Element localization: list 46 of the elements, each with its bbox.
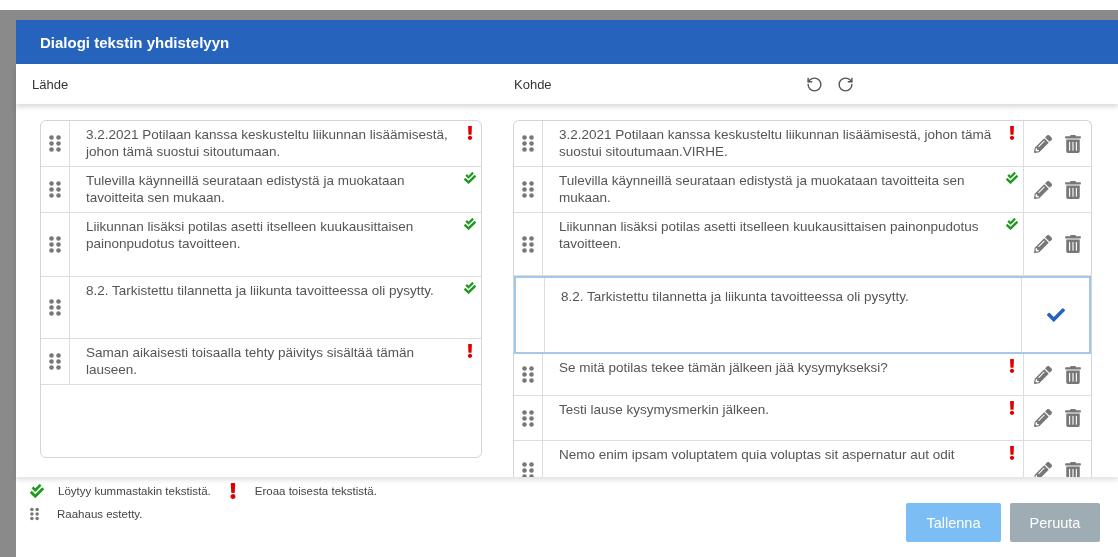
edit-pencil-icon[interactable] [1033,134,1052,153]
sentence-text: Tulevilla käynneillä seurataan edistystä ja muokataan tavoitteita sen mukaan. [558,172,966,207]
sentence-text: Se mitä potilas tekee tämän jälkeen jää kysymykseksi? [558,359,889,377]
legend-text: Eroaa toisesta tekstistä. [254,485,377,497]
sentence-text: Nemo enim ipsam voluptatem quia voluptas sit aspernatur aut odit [558,446,956,464]
undo-icon[interactable] [805,75,823,93]
dialog-title: Dialogi tekstin yhdistelyyn [40,33,230,51]
sentence-text: 3.2.2021 Potilaan kanssa keskusteltu liikunnan lisäämisestä, johon tämä suostui sitoutumaan.VIRHE. [558,126,993,161]
sentence-text: 3.2.2021 Potilaan kanssa keskusteltu liikunnan lisäämisestä, johon tämä suostui sitoutumaan. [84,126,449,161]
drag-handle-icon[interactable] [522,409,534,427]
sentence-text: 8.2. Tarkistettu tilannetta ja liikunta tavoitteessa oli pysytty. [85,282,435,300]
sentence-text: Saman aikaisesti toisaalla tehty päivitys sisältää tämän lauseen. [85,344,415,379]
legend-text: Löytyy kummastakin tekstistä. [58,485,211,497]
double-check-icon [30,484,44,498]
column-label: Lähde [32,76,69,92]
drag-handle-icon[interactable] [49,135,61,152]
drag-handle-icon [30,507,39,521]
legend-text: Raahaus estetty. [57,508,143,520]
edit-pencil-icon[interactable] [1033,409,1052,427]
sentence-text: Liikunnan lisäksi potilas asetti itselleen kuukausittaisen painonpudotus tavoitteen. [85,218,415,253]
edit-pencil-icon[interactable] [1033,235,1052,253]
cancel-button[interactable]: Peruuta [1010,503,1100,542]
redo-icon[interactable] [836,75,854,93]
edit-pencil-icon[interactable] [1033,180,1052,199]
drag-handle-icon[interactable] [522,181,534,198]
drag-handle-icon[interactable] [49,299,61,316]
drag-handle-icon[interactable] [49,181,61,198]
drag-handle-icon[interactable] [522,462,534,477]
sentence-text: Tulevilla käynneillä seurataan edistystä ja muokataan tavoitteita sen mukaan. [85,172,406,207]
column-label: Kohde [514,76,552,92]
drag-handle-icon[interactable] [49,236,61,253]
save-button[interactable]: Tallenna [906,503,1001,542]
delete-icon[interactable] [1063,134,1082,153]
delete-icon[interactable] [1063,180,1082,199]
sentence-text: Testi lause kysymysmerkin jälkeen. [558,401,771,419]
edit-pencil-icon[interactable] [1033,461,1052,477]
sentence-text: Liikunnan lisäksi potilas asetti itselleen kuukausittaisen painonpudotus tavoitteen. [558,218,980,253]
edit-pencil-icon[interactable] [1033,365,1052,384]
delete-icon[interactable] [1063,409,1082,427]
drag-handle-icon[interactable] [522,366,534,383]
drag-handle-icon[interactable] [522,135,534,152]
delete-icon[interactable] [1063,235,1082,253]
delete-icon[interactable] [1063,461,1082,477]
drag-handle-icon[interactable] [49,353,61,370]
delete-icon[interactable] [1063,365,1082,384]
drag-handle-icon[interactable] [522,235,534,253]
